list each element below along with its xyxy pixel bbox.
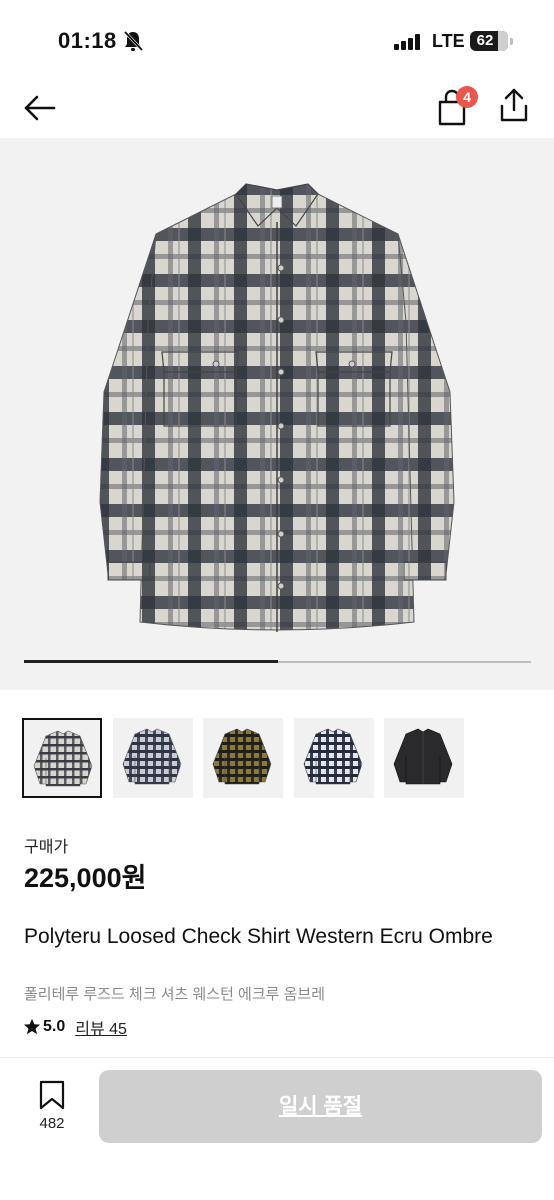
arrow-left-icon[interactable] [20,88,60,128]
nav-bar: 4 [0,80,554,138]
bookmark-button[interactable]: 482 [30,1080,74,1134]
gallery-progress [24,660,531,663]
share-icon[interactable] [496,86,532,126]
price-value: 225,000원 [24,863,147,893]
review-link[interactable]: 리뷰 45 [75,1015,127,1039]
thumbnail-image [393,728,453,785]
thumbnail-image [212,728,272,785]
product-image [99,183,455,632]
cart-badge: 4 [456,86,478,108]
sold-out-button[interactable]: 일시 품절 [99,1070,542,1143]
status-bar: 01:18 LTE 62 [0,0,554,80]
thumbnail-image [122,728,182,785]
gallery-progress-fill [24,660,278,663]
price-label: 구매가 [24,839,69,856]
network-type: LTE [432,31,465,51]
status-time: 01:18 [58,28,117,53]
product-title: Polyteru Loosed Check Shirt Western Ecru… [24,925,493,948]
thumbnail-grey-plaid-shirt[interactable] [22,718,102,798]
battery-icon: 62 [470,31,508,51]
thumbnail-blue-plaid-shirt[interactable] [294,718,374,798]
cart-button[interactable]: 4 [436,86,478,128]
rating-row: 5.0 리뷰 45 [23,1015,127,1039]
thumbnail-image [33,730,93,787]
product-subtitle: 폴리테루 루즈드 체크 셔츠 웨스턴 에크루 옴브레 [24,986,326,1003]
bookmark-icon [39,1080,65,1110]
thumbnail-list [22,718,542,800]
rating-value: 5.0 [43,1018,66,1035]
divider [0,1057,554,1058]
star-icon [23,1018,41,1035]
signal-icon [394,34,422,50]
thumbnail-black-shirt[interactable] [384,718,464,798]
thumbnail-image [303,728,363,785]
thumbnail-olive-plaid-shirt[interactable] [203,718,283,798]
bookmark-count: 482 [39,1115,65,1132]
thumbnail-navy-plaid-shirt[interactable] [113,718,193,798]
bell-off-icon [123,30,143,52]
battery-cap [510,38,513,45]
battery-percent: 62 [476,32,494,49]
product-image-gallery[interactable] [0,138,554,690]
